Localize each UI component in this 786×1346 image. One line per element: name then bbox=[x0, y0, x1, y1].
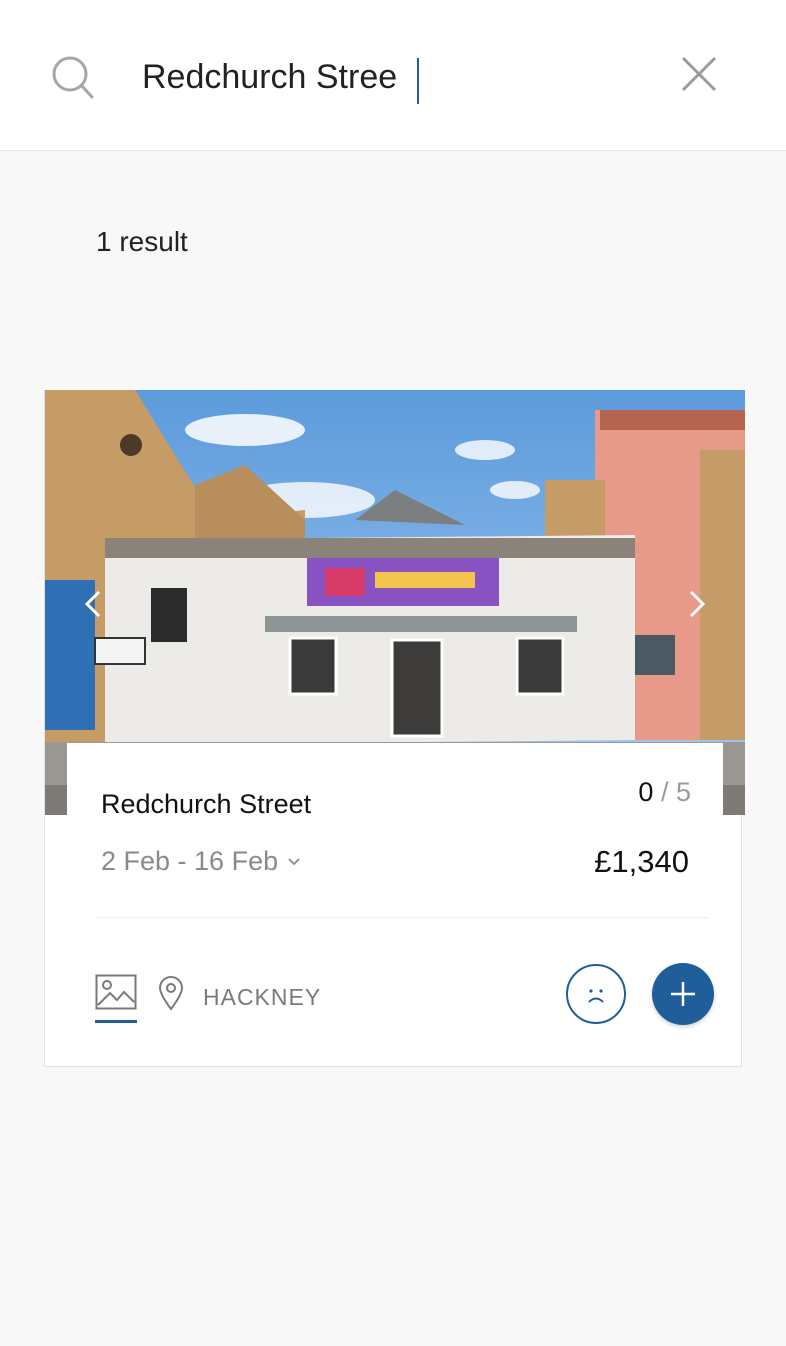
search-input[interactable] bbox=[142, 52, 622, 102]
active-tab-indicator bbox=[95, 1020, 137, 1023]
chevron-right-icon[interactable] bbox=[685, 586, 711, 622]
capacity-current: 0 bbox=[638, 777, 654, 807]
listing-card[interactable]: Redchurch Street 0 / 5 2 Feb - 16 Feb £1… bbox=[44, 390, 745, 1067]
results-count: 1 result bbox=[96, 226, 188, 257]
search-bar bbox=[0, 0, 786, 151]
search-icon bbox=[52, 56, 94, 99]
capacity-max: 5 bbox=[675, 777, 691, 807]
dislike-button[interactable] bbox=[566, 964, 626, 1024]
add-button[interactable] bbox=[652, 963, 714, 1025]
listing-title: Redchurch Street bbox=[101, 789, 312, 819]
image-gallery-icon[interactable] bbox=[95, 974, 137, 1010]
price: £1,340 bbox=[594, 844, 689, 879]
sad-face-icon bbox=[588, 989, 604, 1003]
plus-icon bbox=[671, 982, 695, 1006]
map-pin-icon bbox=[158, 976, 184, 1011]
chevron-left-icon[interactable] bbox=[79, 586, 105, 622]
date-range-label: 2 Feb - 16 Feb bbox=[101, 846, 279, 876]
close-icon[interactable] bbox=[680, 55, 718, 93]
capacity-separator: / bbox=[660, 777, 669, 807]
capacity-counter: 0 / 5 bbox=[638, 777, 691, 808]
district-label: HACKNEY bbox=[203, 984, 322, 1010]
divider bbox=[97, 917, 709, 918]
date-range-select[interactable]: 2 Feb - 16 Feb bbox=[101, 846, 300, 877]
text-cursor bbox=[417, 58, 419, 104]
chevron-down-icon bbox=[288, 857, 300, 865]
